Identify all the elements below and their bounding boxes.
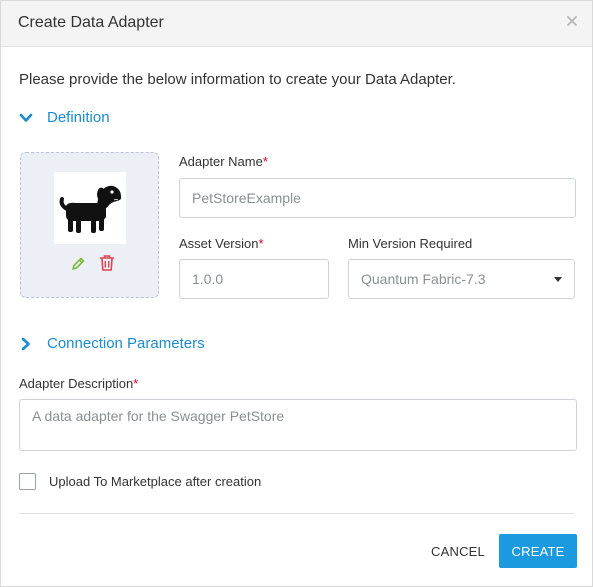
cancel-button[interactable]: CANCEL xyxy=(427,535,489,567)
adapter-description-value: A data adapter for the Swagger PetStore xyxy=(32,408,285,424)
close-icon[interactable] xyxy=(564,13,580,29)
definition-section-toggle[interactable]: Definition xyxy=(19,109,110,126)
asset-version-input[interactable]: 1.0.0 xyxy=(179,259,329,299)
min-version-label: Min Version Required xyxy=(348,236,472,251)
connection-parameters-toggle[interactable]: Connection Parameters xyxy=(19,335,205,352)
adapter-name-label: Adapter Name* xyxy=(179,154,268,169)
dialog-header: Create Data Adapter xyxy=(1,1,592,47)
adapter-description-label: Adapter Description* xyxy=(19,376,138,391)
upload-marketplace-option[interactable]: Upload To Marketplace after creation xyxy=(19,473,261,490)
asset-version-label: Asset Version* xyxy=(179,236,264,251)
create-button[interactable]: CREATE xyxy=(499,534,577,568)
adapter-description-textarea[interactable]: A data adapter for the Swagger PetStore xyxy=(19,399,577,451)
adapter-name-input[interactable]: PetStoreExample xyxy=(179,178,576,218)
chevron-right-icon xyxy=(19,337,33,351)
connection-parameters-label: Connection Parameters xyxy=(47,335,205,352)
create-data-adapter-dialog: Create Data Adapter Please provide the b… xyxy=(0,0,593,587)
caret-down-icon xyxy=(554,276,562,282)
required-marker: * xyxy=(258,236,264,251)
footer-divider xyxy=(19,513,574,514)
upload-marketplace-checkbox[interactable] xyxy=(19,473,36,490)
min-version-value: Quantum Fabric-7.3 xyxy=(361,271,486,287)
adapter-image-dropzone[interactable] xyxy=(20,152,159,298)
intro-text: Please provide the below information to … xyxy=(19,71,456,88)
dialog-title: Create Data Adapter xyxy=(18,14,164,31)
chevron-down-icon xyxy=(19,111,33,125)
adapter-name-value: PetStoreExample xyxy=(192,190,301,206)
adapter-name-label-text: Adapter Name xyxy=(179,154,263,169)
min-version-select[interactable]: Quantum Fabric-7.3 xyxy=(348,259,575,299)
asset-version-label-text: Asset Version xyxy=(179,236,259,251)
adapter-description-label-text: Adapter Description xyxy=(19,376,134,391)
required-marker: * xyxy=(133,376,139,391)
required-marker: * xyxy=(262,154,268,169)
min-version-label-text: Min Version Required xyxy=(348,236,473,251)
dog-icon xyxy=(54,172,126,244)
upload-marketplace-label: Upload To Marketplace after creation xyxy=(49,474,262,489)
definition-label: Definition xyxy=(47,109,110,126)
pencil-icon[interactable] xyxy=(70,256,86,272)
trash-icon[interactable] xyxy=(99,254,115,272)
asset-version-value: 1.0.0 xyxy=(192,271,224,287)
